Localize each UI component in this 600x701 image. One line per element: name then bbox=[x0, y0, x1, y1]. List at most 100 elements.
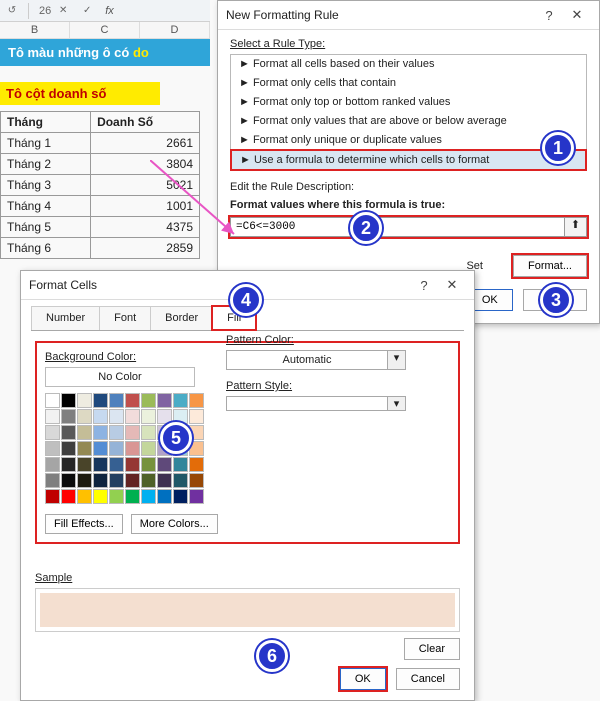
color-swatch[interactable] bbox=[61, 473, 76, 488]
no-color-button[interactable]: No Color bbox=[45, 367, 195, 387]
color-swatch[interactable] bbox=[45, 393, 60, 408]
cell[interactable]: Tháng 2 bbox=[1, 154, 91, 175]
color-swatch[interactable] bbox=[141, 489, 156, 504]
cell[interactable]: Tháng 5 bbox=[1, 217, 91, 238]
rule-type-list[interactable]: ► Format all cells based on their values… bbox=[230, 54, 587, 171]
color-swatch[interactable] bbox=[173, 489, 188, 504]
color-swatch[interactable] bbox=[61, 489, 76, 504]
color-swatch[interactable] bbox=[125, 457, 140, 472]
color-swatch[interactable] bbox=[93, 393, 108, 408]
clear-button[interactable]: Clear bbox=[404, 638, 460, 660]
color-swatch[interactable] bbox=[125, 489, 140, 504]
color-swatch[interactable] bbox=[77, 425, 92, 440]
color-swatch[interactable] bbox=[109, 473, 124, 488]
color-swatch[interactable] bbox=[109, 425, 124, 440]
fx-icon[interactable]: fx bbox=[105, 5, 114, 17]
color-swatch[interactable] bbox=[189, 409, 204, 424]
color-swatch[interactable] bbox=[45, 457, 60, 472]
color-swatch[interactable] bbox=[189, 457, 204, 472]
color-swatch[interactable] bbox=[157, 457, 172, 472]
table-row[interactable]: Tháng 12661 bbox=[1, 133, 200, 154]
color-swatch[interactable] bbox=[45, 425, 60, 440]
color-swatch[interactable] bbox=[45, 473, 60, 488]
color-swatch[interactable] bbox=[141, 473, 156, 488]
color-swatch[interactable] bbox=[109, 489, 124, 504]
cell[interactable]: Tháng 4 bbox=[1, 196, 91, 217]
color-swatch[interactable] bbox=[109, 409, 124, 424]
chevron-down-icon[interactable]: ▾ bbox=[388, 350, 406, 370]
cancel-button[interactable]: Cancel bbox=[396, 668, 460, 690]
color-swatch[interactable] bbox=[45, 489, 60, 504]
color-swatch[interactable] bbox=[125, 425, 140, 440]
color-swatch[interactable] bbox=[61, 457, 76, 472]
color-swatch[interactable] bbox=[141, 393, 156, 408]
color-swatch[interactable] bbox=[93, 457, 108, 472]
color-swatch[interactable] bbox=[141, 457, 156, 472]
color-swatch[interactable] bbox=[125, 473, 140, 488]
color-swatch[interactable] bbox=[125, 393, 140, 408]
pattern-color-dropdown[interactable]: Automatic ▾ bbox=[226, 350, 406, 370]
color-swatch[interactable] bbox=[77, 457, 92, 472]
color-swatch[interactable] bbox=[125, 409, 140, 424]
cell[interactable]: Tháng 6 bbox=[1, 238, 91, 259]
color-swatch[interactable] bbox=[109, 457, 124, 472]
color-swatch[interactable] bbox=[125, 441, 140, 456]
color-swatch[interactable] bbox=[157, 393, 172, 408]
color-swatch[interactable] bbox=[61, 393, 76, 408]
color-swatch[interactable] bbox=[93, 473, 108, 488]
name-box[interactable]: 26 bbox=[39, 5, 51, 17]
color-swatch[interactable] bbox=[45, 441, 60, 456]
color-swatch[interactable] bbox=[173, 473, 188, 488]
color-swatch[interactable] bbox=[141, 441, 156, 456]
formula-input[interactable] bbox=[230, 217, 565, 237]
color-swatch[interactable] bbox=[157, 409, 172, 424]
close-icon[interactable]: ✕ bbox=[438, 277, 466, 293]
rule-option[interactable]: ► Format only cells that contain bbox=[231, 74, 586, 93]
color-swatch[interactable] bbox=[93, 441, 108, 456]
cell[interactable]: 2661 bbox=[91, 133, 200, 154]
color-swatch[interactable] bbox=[157, 473, 172, 488]
rule-option[interactable]: ► Format all cells based on their values bbox=[231, 55, 586, 74]
ok-button[interactable]: OK bbox=[340, 668, 386, 690]
range-picker-icon[interactable]: ⬆ bbox=[565, 217, 587, 237]
color-swatch[interactable] bbox=[77, 441, 92, 456]
color-swatch[interactable] bbox=[173, 457, 188, 472]
color-swatch[interactable] bbox=[77, 489, 92, 504]
color-swatch[interactable] bbox=[109, 393, 124, 408]
color-swatch[interactable] bbox=[157, 489, 172, 504]
tab-font[interactable]: Font bbox=[99, 306, 151, 330]
color-swatch[interactable] bbox=[93, 409, 108, 424]
color-swatch[interactable] bbox=[61, 409, 76, 424]
color-swatch[interactable] bbox=[173, 393, 188, 408]
fill-effects-button[interactable]: Fill Effects... bbox=[45, 514, 123, 534]
format-button[interactable]: Format... bbox=[513, 255, 587, 277]
help-button[interactable]: ? bbox=[535, 8, 563, 23]
col-header[interactable]: B bbox=[0, 22, 70, 39]
pattern-style-dropdown[interactable]: ▾ bbox=[226, 396, 406, 411]
chevron-down-icon[interactable]: ▾ bbox=[388, 396, 406, 411]
col-header[interactable]: C bbox=[70, 22, 140, 39]
color-swatch[interactable] bbox=[189, 489, 204, 504]
cell[interactable]: Tháng 1 bbox=[1, 133, 91, 154]
col-header[interactable]: D bbox=[140, 22, 210, 39]
color-swatch[interactable] bbox=[141, 409, 156, 424]
color-swatch[interactable] bbox=[109, 441, 124, 456]
color-swatch[interactable] bbox=[141, 425, 156, 440]
cell[interactable]: Tháng 3 bbox=[1, 175, 91, 196]
color-swatch[interactable] bbox=[93, 489, 108, 504]
close-icon[interactable]: ✕ bbox=[563, 7, 591, 23]
rule-option[interactable]: ► Format only values that are above or b… bbox=[231, 112, 586, 131]
color-swatch[interactable] bbox=[189, 441, 204, 456]
tab-border[interactable]: Border bbox=[150, 306, 213, 330]
tab-number[interactable]: Number bbox=[31, 306, 100, 330]
color-swatch[interactable] bbox=[77, 393, 92, 408]
enter-icon[interactable]: ✓ bbox=[78, 2, 96, 20]
rule-option[interactable]: ► Format only unique or duplicate values bbox=[231, 131, 586, 150]
cancel-icon[interactable]: ✕ bbox=[54, 2, 72, 20]
undo-icon[interactable]: ↺ bbox=[3, 2, 21, 20]
color-swatch[interactable] bbox=[61, 441, 76, 456]
rule-option[interactable]: ► Format only top or bottom ranked value… bbox=[231, 93, 586, 112]
color-swatch[interactable] bbox=[189, 473, 204, 488]
color-swatch[interactable] bbox=[77, 409, 92, 424]
color-swatch[interactable] bbox=[61, 425, 76, 440]
